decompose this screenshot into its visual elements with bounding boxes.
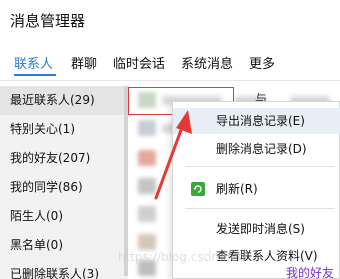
active-tab-indicator [14,74,56,76]
sidebar-item-my-friends[interactable]: 我的好友(207) [0,144,128,173]
tab-bar: 联系人 群聊 临时会话 系统消息 更多 [0,48,340,76]
menu-item-delete-messages[interactable]: 删除消息记录(D) [173,136,340,162]
menu-separator [185,208,335,209]
sidebar-item-recent-contacts[interactable]: 最近联系人(29) [0,86,128,115]
sidebar-item-deleted-contacts[interactable]: 已删除联系人(3) [0,260,128,279]
tab-more[interactable]: 更多 [249,53,275,72]
sidebar-item-classmates[interactable]: 我的同学(86) [0,173,128,202]
menu-item-send-instant-message[interactable]: 发送即时消息(S) [173,216,340,242]
sidebar-item-blacklist[interactable]: 黑名单(0) [0,231,128,260]
tab-temporary-sessions[interactable]: 临时会话 [113,53,165,72]
tab-system-messages[interactable]: 系统消息 [181,53,233,72]
tab-contacts[interactable]: 联系人 [14,53,53,72]
avatar [138,260,156,276]
contact-category-sidebar: 最近联系人(29) 特别关心(1) 我的好友(207) 我的同学(86) 陌生人… [0,86,128,279]
avatar [138,206,156,222]
sidebar-item-strangers[interactable]: 陌生人(0) [0,202,128,231]
tab-group-chats[interactable]: 群聊 [71,53,97,72]
sidebar-item-special-care[interactable]: 特别关心(1) [0,115,128,144]
tabs-divider [0,80,340,81]
menu-item-export-messages[interactable]: 导出消息记录(E) [173,108,340,134]
menu-separator [185,166,335,167]
window-title: 消息管理器 [10,12,86,30]
menu-item-refresh[interactable]: 刷新(R) [173,176,340,202]
annotation-arrow-icon [154,110,192,200]
avatar [138,234,156,250]
menu-item-refresh-label: 刷新(R) [216,182,258,196]
bottom-partial-link: 我的好友 [286,266,335,279]
